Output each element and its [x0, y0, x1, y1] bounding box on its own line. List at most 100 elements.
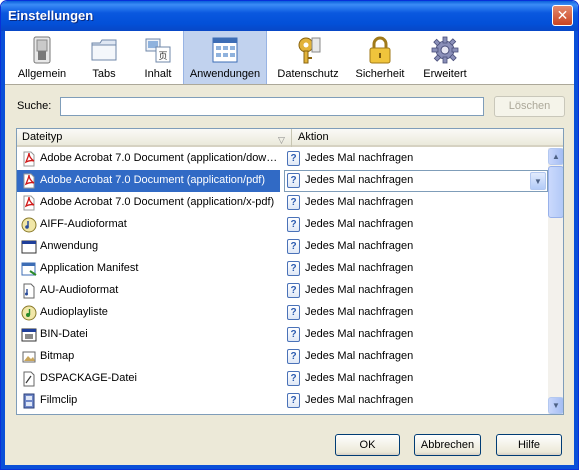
action-cell[interactable]: ? Jedes Mal nachfragen [284, 280, 548, 302]
file-type-name: Bitmap [40, 350, 75, 362]
ask-icon: ? [287, 393, 300, 408]
tab-label: Allgemein [17, 68, 67, 80]
ask-icon: ? [287, 239, 300, 254]
action-dropdown[interactable]: ? Jedes Mal nachfragen ▼ [284, 170, 548, 192]
privacy-key-icon [298, 37, 321, 64]
svg-text:页: 页 [158, 51, 167, 62]
table-row[interactable]: Filmclip ? Jedes Mal nachfragen [17, 390, 548, 412]
ask-icon: ? [287, 261, 300, 276]
column-header-type[interactable]: Dateityp ▽ [17, 129, 292, 147]
bin-file-icon [21, 328, 37, 342]
tab-allgemein[interactable]: Allgemein [17, 31, 67, 84]
action-cell[interactable]: ? Jedes Mal nachfragen [284, 346, 548, 368]
table-row[interactable]: AIFF-Audioformat ? Jedes Mal nachfragen [17, 214, 548, 236]
ask-icon: ? [287, 173, 300, 188]
scrollbar-thumb[interactable] [548, 166, 563, 218]
file-type-name: DSPACKAGE-Datei [40, 372, 137, 384]
table-row[interactable]: Adobe Acrobat 7.0 Document (application/… [17, 148, 548, 170]
action-label: Jedes Mal nachfragen [305, 240, 414, 252]
title-bar[interactable]: Einstellungen ✕ [1, 1, 578, 31]
type-cell: Anwendung [17, 236, 280, 258]
action-label: Jedes Mal nachfragen [305, 218, 414, 230]
action-label: Jedes Mal nachfragen [305, 328, 414, 340]
type-cell: Adobe Acrobat 7.0 Document (application/… [17, 192, 280, 214]
type-cell: AIFF-Audioformat [17, 214, 280, 236]
window-frame-bottom [1, 465, 578, 469]
action-label: Jedes Mal nachfragen [305, 350, 414, 362]
playlist-icon [21, 305, 37, 321]
clear-button[interactable]: Löschen [494, 96, 565, 117]
search-label: Suche: [17, 100, 52, 112]
ask-icon: ? [287, 371, 300, 386]
tab-tabs[interactable]: Tabs [79, 31, 129, 84]
table-row[interactable]: Audioplayliste ? Jedes Mal nachfragen [17, 302, 548, 324]
ask-icon: ? [287, 217, 300, 232]
file-type-name: Adobe Acrobat 7.0 Document (application/… [40, 174, 266, 186]
tab-anwendungen[interactable]: Anwendungen [183, 31, 267, 84]
action-cell[interactable]: ? Jedes Mal nachfragen [284, 258, 548, 280]
help-button[interactable]: Hilfe [496, 434, 562, 456]
tab-label: Datenschutz [277, 68, 339, 80]
action-label: Jedes Mal nachfragen [305, 284, 414, 296]
type-cell: AU-Audioformat [17, 280, 280, 302]
ask-icon: ? [287, 327, 300, 342]
file-type-list: Dateityp ▽ Aktion Adobe Acrobat 7.0 Docu… [16, 128, 564, 415]
settings-dialog: Einstellungen ✕ Allgemein Tabs 页 Inhalt … [0, 0, 579, 470]
audio-file-icon [21, 217, 37, 233]
action-label: Jedes Mal nachfragen [305, 196, 414, 208]
file-type-name: Adobe Acrobat 7.0 Document (application/… [40, 152, 278, 164]
column-header-label: Aktion [298, 131, 329, 143]
column-header-label: Dateityp [22, 131, 63, 143]
table-row[interactable]: AU-Audioformat ? Jedes Mal nachfragen [17, 280, 548, 302]
scroll-up-button[interactable]: ▲ [548, 148, 563, 165]
ask-icon: ? [287, 305, 300, 320]
action-dropdown-value: Jedes Mal nachfragen [305, 174, 414, 186]
action-cell[interactable]: ? Jedes Mal nachfragen [284, 324, 548, 346]
table-row[interactable]: Bitmap ? Jedes Mal nachfragen [17, 346, 548, 368]
ok-button[interactable]: OK [335, 434, 400, 456]
vertical-scrollbar[interactable]: ▲ ▼ [548, 148, 563, 414]
tab-sicherheit[interactable]: Sicherheit [352, 31, 408, 84]
film-icon [23, 393, 35, 409]
action-label: Jedes Mal nachfragen [305, 306, 414, 318]
action-label: Jedes Mal nachfragen [305, 372, 414, 384]
action-cell[interactable]: ? Jedes Mal nachfragen [284, 302, 548, 324]
type-cell: Adobe Acrobat 7.0 Document (application/… [17, 170, 280, 192]
action-cell[interactable]: ? Jedes Mal nachfragen [284, 214, 548, 236]
table-row[interactable]: Application Manifest ? Jedes Mal nachfra… [17, 258, 548, 280]
chevron-up-icon: ▲ [552, 152, 560, 161]
type-cell: BIN-Datei [17, 324, 280, 346]
action-cell[interactable]: ? Jedes Mal nachfragen [284, 192, 548, 214]
column-header-action[interactable]: Aktion [293, 129, 545, 147]
tab-erweitert[interactable]: Erweitert [417, 31, 473, 84]
scroll-down-button[interactable]: ▼ [548, 397, 563, 414]
table-row-selected[interactable]: Adobe Acrobat 7.0 Document (application/… [17, 170, 548, 192]
action-cell[interactable]: ? Jedes Mal nachfragen ▼ [284, 170, 548, 192]
tab-datenschutz[interactable]: Datenschutz [273, 31, 343, 84]
padlock-icon [369, 36, 391, 64]
table-row[interactable]: DSPACKAGE-Datei ? Jedes Mal nachfragen [17, 368, 548, 390]
search-input[interactable] [60, 97, 484, 116]
action-label: Jedes Mal nachfragen [305, 262, 414, 274]
table-row[interactable]: Anwendung ? Jedes Mal nachfragen [17, 236, 548, 258]
content-icon: 页 [145, 38, 171, 63]
table-row[interactable]: Adobe Acrobat 7.0 Document (application/… [17, 192, 548, 214]
type-cell: Audioplayliste [17, 302, 280, 324]
tab-label: Erweitert [423, 68, 467, 80]
cancel-button[interactable]: Abbrechen [414, 434, 481, 456]
tab-inhalt[interactable]: 页 Inhalt [133, 31, 183, 84]
action-cell[interactable]: ? Jedes Mal nachfragen [284, 368, 548, 390]
action-cell[interactable]: ? Jedes Mal nachfragen [284, 148, 548, 170]
dspackage-icon [23, 371, 35, 387]
chevron-down-icon[interactable]: ▼ [530, 172, 546, 190]
action-cell[interactable]: ? Jedes Mal nachfragen [284, 390, 548, 412]
type-cell: Adobe Acrobat 7.0 Document (application/… [17, 148, 280, 170]
file-type-name: Filmclip [40, 394, 78, 406]
tab-label: Inhalt [144, 68, 172, 80]
action-cell[interactable]: ? Jedes Mal nachfragen [284, 236, 548, 258]
folder-tabs-icon [91, 39, 117, 61]
chevron-down-icon: ▼ [552, 401, 560, 410]
table-row[interactable]: BIN-Datei ? Jedes Mal nachfragen [17, 324, 548, 346]
list-rows: Adobe Acrobat 7.0 Document (application/… [17, 148, 548, 414]
close-button[interactable]: ✕ [552, 5, 573, 26]
